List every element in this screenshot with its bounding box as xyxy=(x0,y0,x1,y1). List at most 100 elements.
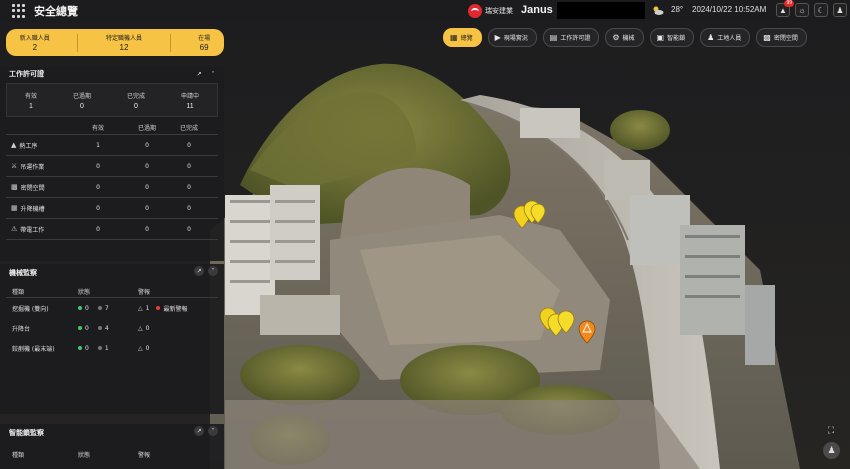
summary-expired[interactable]: 已過期 0 xyxy=(73,91,91,110)
notification-badge: 99 xyxy=(784,0,794,7)
stat-value: 69 xyxy=(199,43,209,52)
permit-table: 有效 已過期 已完成 ▲ 熱工序 1 0 0 ⚔ 吊運作業 0 0 0 ▩ 密閉空間 … xyxy=(6,121,218,240)
cell-expired: 0 xyxy=(145,225,149,233)
table-row[interactable]: 鉸剷機 (最末端) 0 1 △ 0 xyxy=(6,338,218,358)
panel-controls: ↗ ˄ xyxy=(194,69,218,79)
summary-value: 0 xyxy=(134,102,138,110)
datetime: 2024/10/22 10:52AM xyxy=(692,5,767,14)
expand-icon[interactable]: ↗ xyxy=(194,266,204,276)
header-cell: 狀態 xyxy=(78,289,91,296)
alert-count: 1 xyxy=(145,304,150,312)
chevron-up-icon[interactable]: ˄ xyxy=(208,426,218,436)
app-root: 安全總覽 瑞安建業 Janus 28° 2024/10/22 10:52AM ▲… xyxy=(0,0,850,469)
panel-title: 智能鎖監察 xyxy=(9,429,44,437)
cell-expired: 0 xyxy=(145,141,149,149)
tab-permit[interactable]: ▤ 工作許可證 xyxy=(542,28,600,47)
warning-icon: △ xyxy=(138,304,143,312)
row-label: 熱工序 xyxy=(19,142,38,150)
stat-on-site[interactable]: 在場 69 xyxy=(198,33,210,52)
fullscreen-icon[interactable]: ⛶ xyxy=(824,423,838,437)
street-view-icon[interactable]: ♟ xyxy=(823,442,840,459)
panel-controls: ↗ ˄ xyxy=(194,426,218,436)
cell-completed: 0 xyxy=(187,204,191,212)
cell-valid: 1 xyxy=(96,141,100,149)
online-count: 0 xyxy=(85,304,89,312)
cell-expired: 0 xyxy=(145,162,149,170)
header-cell: 有效 xyxy=(91,125,104,132)
panel-header: 智能鎖監察 ↗ ˄ xyxy=(0,424,224,442)
header-cell: 已完成 xyxy=(179,125,198,132)
tab-smart-lock[interactable]: ▣ 智能鎖 xyxy=(649,28,695,47)
offline-count: 7 xyxy=(104,304,109,312)
offline-dot-icon xyxy=(97,306,102,310)
table-row[interactable]: ⚔ 吊運作業 0 0 0 xyxy=(6,156,218,177)
lift-shaft-icon: ▦ xyxy=(11,204,18,212)
header-cell: 種類 xyxy=(12,451,25,459)
stat-value: 2 xyxy=(32,43,38,52)
permit-panel: 工作許可證 ↗ ˄ 有效 1 已過期 0 已完成 0 申請中 11 有效 已過期… xyxy=(0,67,224,261)
stat-special-operators[interactable]: 特定職機人員 12 xyxy=(106,33,142,52)
chevron-up-icon[interactable]: ˄ xyxy=(208,266,218,276)
cell-valid: 0 xyxy=(96,225,100,233)
online-dot-icon xyxy=(78,326,82,330)
tab-workers[interactable]: ♟ 工地人員 xyxy=(700,28,751,47)
summary-value: 0 xyxy=(80,102,84,110)
moon-icon[interactable]: ☾ xyxy=(814,3,828,17)
cell-expired: 0 xyxy=(145,204,149,212)
alert-count: 0 xyxy=(145,324,150,332)
latest-alert-link[interactable]: 最新警報 xyxy=(163,304,187,313)
overview-icon: ▦ xyxy=(450,32,458,42)
brand: 瑞安建業 xyxy=(468,4,513,18)
table-row[interactable]: 升降台 0 4 △ 0 xyxy=(6,318,218,338)
divider xyxy=(169,33,171,52)
stat-new-staff[interactable]: 新入職人員 2 xyxy=(20,33,50,52)
smart-lock-panel: 智能鎖監察 ↗ ˄ 種類 狀態 警報 xyxy=(0,424,224,469)
brand-logo-icon xyxy=(468,4,482,18)
alert-dot-icon xyxy=(156,306,161,310)
user-name[interactable]: Janus xyxy=(521,4,553,16)
machine-alert: △ 1 最新警報 xyxy=(138,304,214,313)
top-actions: ▲99 ☼ ☾ ♟ ◯ xyxy=(776,0,850,17)
table-row[interactable]: ▩ 密閉空間 0 0 0 xyxy=(6,177,218,198)
tab-live-view[interactable]: ▶ 現場實況 xyxy=(487,28,537,47)
live-view-icon: ▶ xyxy=(494,32,501,42)
table-row[interactable]: ⚠ 帶電工作 0 0 0 xyxy=(6,219,218,240)
header-cell: 狀態 xyxy=(78,451,91,459)
chevron-up-icon[interactable]: ˄ xyxy=(208,69,218,79)
header-cell: 種類 xyxy=(12,289,25,296)
tab-label: 智能鎖 xyxy=(667,35,686,42)
table-header: 有效 已過期 已完成 xyxy=(6,121,218,135)
cell-expired: 0 xyxy=(145,183,149,191)
notification-bell-icon[interactable]: ▲ 99 xyxy=(776,0,794,17)
table-header: 種類 狀態 警報 xyxy=(6,286,218,298)
tab-overview[interactable]: ▦ 總覽 xyxy=(443,28,482,47)
warning-icon: △ xyxy=(138,344,143,352)
summary-completed[interactable]: 已完成 0 xyxy=(127,91,145,110)
table-row[interactable]: ▦ 升降機槽 0 0 0 xyxy=(6,198,218,219)
table-row[interactable]: 挖掘機 (雙向) 0 7 △ 1 最新警報 xyxy=(6,298,218,318)
summary-applying[interactable]: 申請中 11 xyxy=(181,91,199,110)
app-menu-grid-icon[interactable] xyxy=(12,4,26,18)
summary-valid[interactable]: 有效 1 xyxy=(25,91,37,110)
panel-header: 機械監察 ↗ ˄ xyxy=(0,264,224,282)
stat-value: 12 xyxy=(119,43,129,52)
tab-machinery[interactable]: ⚙ 機械 xyxy=(605,28,644,47)
header-cell: 已過期 xyxy=(137,125,156,132)
tab-confined-space[interactable]: ▩ 密閉空間 xyxy=(756,28,807,47)
expand-icon[interactable]: ↗ xyxy=(194,426,204,436)
machine-status: 0 4 xyxy=(78,325,138,332)
cell-valid: 0 xyxy=(96,162,100,170)
expand-icon[interactable]: ↗ xyxy=(194,69,204,79)
sun-icon[interactable]: ☼ xyxy=(795,3,809,17)
cell-completed: 0 xyxy=(187,183,191,191)
module-tabs: ▦ 總覽 ▶ 現場實況 ▤ 工作許可證 ⚙ 機械 ▣ 智能鎖 ♟ 工地人員 ▩ 密閉空間 xyxy=(443,28,807,47)
machine-alert: △ 0 xyxy=(138,345,214,352)
header-cell: 警報 xyxy=(138,451,151,459)
table-row[interactable]: ▲ 熱工序 1 0 0 xyxy=(6,135,218,156)
users-icon[interactable]: ♟ xyxy=(833,3,847,17)
hot-work-icon: ▲ xyxy=(11,141,17,149)
permit-summary: 有效 1 已過期 0 已完成 0 申請中 11 xyxy=(6,83,218,117)
cell-valid: 0 xyxy=(96,183,100,191)
machine-type: 挖掘機 (雙向) xyxy=(12,305,49,313)
tab-label: 密閉空間 xyxy=(773,35,798,42)
